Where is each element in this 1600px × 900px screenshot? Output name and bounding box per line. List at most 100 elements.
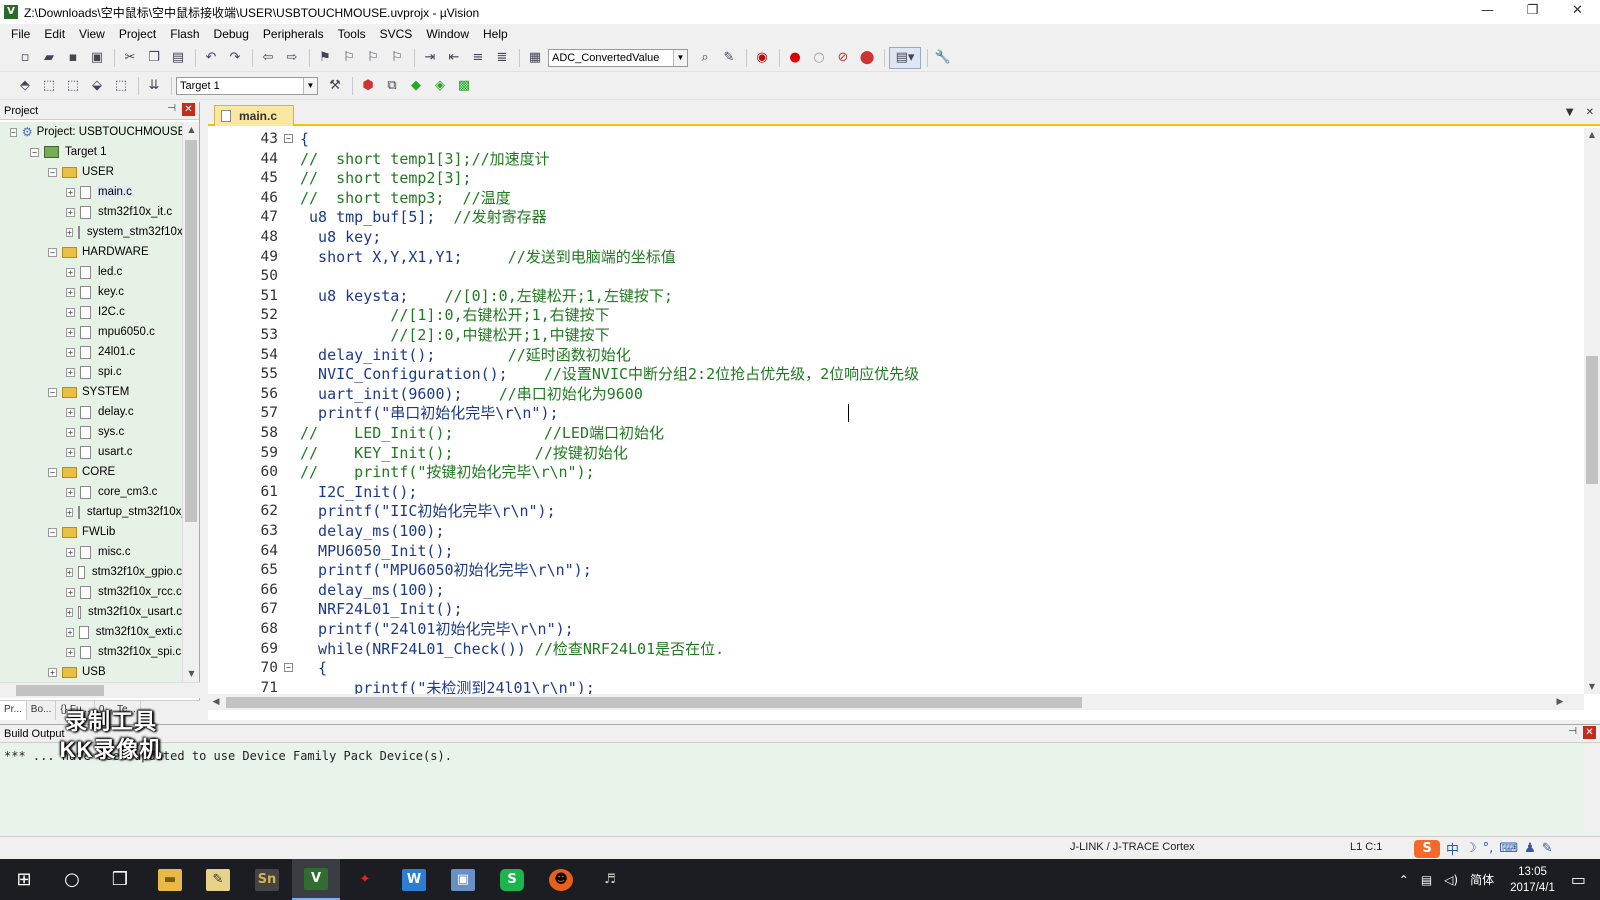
minimize-button[interactable]: — <box>1465 0 1510 24</box>
code-line[interactable]: 62 printf("IIC初始化完毕\r\n"); <box>208 501 1584 521</box>
symbol-search-combo[interactable]: ADC_ConvertedValue ▼ <box>548 48 688 67</box>
tab-project[interactable]: Pr... <box>0 701 27 720</box>
batch-build-icon[interactable]: ⬙ <box>86 75 108 97</box>
prev-bookmark-icon[interactable]: ⚐ <box>338 47 360 69</box>
punctuation-icon[interactable]: °, <box>1483 841 1494 856</box>
copy-icon[interactable]: ❐ <box>143 47 165 69</box>
code-line[interactable]: 51 u8 keysta; //[0]:0,左键松开;1,左键按下; <box>208 286 1584 306</box>
tree-file-item[interactable]: + spi.c <box>0 362 182 382</box>
manage-rte-icon[interactable]: ▩ <box>453 75 475 97</box>
taskbar-app-10[interactable]: ♬ <box>586 859 634 900</box>
code-line[interactable]: 53 //[2]:0,中键松开;1,中键按下 <box>208 325 1584 345</box>
file-extensions-icon[interactable]: ⧉ <box>381 75 403 97</box>
nav-forward-icon[interactable]: ⇨ <box>281 47 303 69</box>
tree-item-target[interactable]: − Target 1 <box>0 142 182 162</box>
scroll-left-icon[interactable]: ◀ <box>208 694 224 710</box>
start-button[interactable]: ⊞ <box>0 859 48 900</box>
find-in-files-icon[interactable]: ▦ <box>524 47 546 69</box>
code-line[interactable]: 59 // KEY_Init(); //按键初始化 <box>208 443 1584 463</box>
close-button[interactable]: ✕ <box>1555 0 1600 24</box>
menu-debug[interactable]: Debug <box>207 27 256 41</box>
code-line[interactable]: 63 delay_ms(100); <box>208 521 1584 541</box>
new-file-icon[interactable]: ▫ <box>14 47 36 69</box>
select-pack-icon[interactable]: ◆ <box>405 75 427 97</box>
paste-icon[interactable]: ▤ <box>167 47 189 69</box>
expand-icon[interactable]: + <box>66 607 73 617</box>
code-line[interactable]: 68 printf("24l01初始化完毕\r\n"); <box>208 619 1584 639</box>
save-all-icon[interactable]: ▣ <box>86 47 108 69</box>
window-layout-icon[interactable]: ▤▾ <box>889 46 921 69</box>
maximize-button[interactable]: ❐ <box>1510 0 1555 24</box>
chevron-down-icon[interactable]: ▼ <box>673 49 687 66</box>
code-line[interactable]: 47 u8 tmp_buf[5]; //发射寄存器 <box>208 207 1584 227</box>
code-line[interactable]: 54 delay_init(); //延时函数初始化 <box>208 345 1584 365</box>
menu-view[interactable]: View <box>72 27 112 41</box>
network-icon[interactable]: ▤ <box>1421 873 1432 887</box>
nav-back-icon[interactable]: ⇦ <box>257 47 279 69</box>
code-line[interactable]: 65 printf("MPU6050初始化完毕\r\n"); <box>208 560 1584 580</box>
expand-icon[interactable]: + <box>66 327 75 337</box>
stop-build-icon[interactable]: ⬚ <box>110 75 132 97</box>
expand-icon[interactable]: + <box>66 207 75 217</box>
code-text-area[interactable]: 43−{44// short temp1[3];//加速度计 45// short… <box>208 128 1584 694</box>
code-line[interactable]: 45 // short temp2[3]; <box>208 168 1584 188</box>
code-line[interactable]: 61 I2C_Init(); <box>208 482 1584 502</box>
code-line[interactable]: 48 u8 key; <box>208 227 1584 247</box>
tree-file-item[interactable]: +24l01.c <box>0 342 182 362</box>
scroll-thumb[interactable] <box>185 140 197 522</box>
tree-file-item[interactable]: + stm32f10x_it.c <box>0 202 182 222</box>
taskbar-word[interactable]: W <box>390 859 438 900</box>
expand-icon[interactable]: + <box>48 667 57 677</box>
project-tree-hscrollbar[interactable] <box>0 682 200 698</box>
collapse-icon[interactable]: − <box>10 127 17 137</box>
expand-icon[interactable]: + <box>66 567 73 577</box>
taskbar-app-8[interactable]: S <box>488 859 536 900</box>
chevron-down-icon[interactable]: ▼ <box>303 77 317 94</box>
scroll-thumb[interactable] <box>16 685 104 696</box>
menu-tools[interactable]: Tools <box>331 27 373 41</box>
menu-file[interactable]: File <box>4 27 37 41</box>
pin-icon[interactable]: ⊣ <box>167 103 176 116</box>
code-line[interactable]: 56 uart_init(9600); //串口初始化为9600 <box>208 384 1584 404</box>
build-output-scrollbar[interactable] <box>1584 745 1600 831</box>
collapse-icon[interactable]: − <box>48 247 57 257</box>
menu-help[interactable]: Help <box>476 27 515 41</box>
taskbar-app-3[interactable]: Sn <box>243 859 291 900</box>
settings-icon[interactable]: ✎ <box>1542 841 1553 856</box>
taskbar-app-7[interactable]: ▣ <box>439 859 487 900</box>
tab-main-c[interactable]: main.c <box>214 105 295 126</box>
configure-icon[interactable]: 🔧 <box>932 47 954 69</box>
expand-icon[interactable]: + <box>66 287 75 297</box>
code-line[interactable]: 57 printf("串口初始化完毕\r\n"); <box>208 403 1584 423</box>
enable-breakpoint-icon[interactable]: ○ <box>808 47 830 69</box>
expand-icon[interactable]: + <box>66 647 75 657</box>
code-line[interactable]: 67 NRF24L01_Init(); <box>208 599 1584 619</box>
taskbar-file-explorer[interactable]: ▬ <box>146 859 194 900</box>
find-icon[interactable]: ⌕ <box>694 47 716 69</box>
expand-icon[interactable]: + <box>66 427 75 437</box>
manage-components-icon[interactable]: ⬢ <box>357 75 379 97</box>
scroll-down-icon[interactable]: ▼ <box>183 666 200 682</box>
expand-icon[interactable]: + <box>66 187 75 197</box>
scroll-up-icon[interactable]: ▲ <box>183 122 200 138</box>
taskbar-app-9[interactable]: ☻ <box>537 859 585 900</box>
build-icon[interactable]: ⬚ <box>38 75 60 97</box>
code-line[interactable]: 71 printf("未检测到24l01\r\n"); <box>208 678 1584 694</box>
search-button[interactable]: ○ <box>48 859 96 900</box>
expand-icon[interactable]: + <box>66 307 75 317</box>
close-icon[interactable]: ✕ <box>1586 107 1594 118</box>
expand-icon[interactable]: + <box>66 347 75 357</box>
tree-file-item[interactable]: + I2C.c <box>0 302 182 322</box>
translate-icon[interactable]: ⬘ <box>14 75 36 97</box>
menu-peripherals[interactable]: Peripherals <box>256 27 331 41</box>
tree-file-item[interactable]: + key.c <box>0 282 182 302</box>
task-view-button[interactable]: ❒ <box>96 859 144 900</box>
project-tree-scrollbar[interactable]: ▲ ▼ <box>182 122 199 682</box>
tree-item-project-root[interactable]: − ⚙ Project: USBTOUCHMOUSE <box>0 122 182 142</box>
undo-icon[interactable]: ↶ <box>200 47 222 69</box>
keyboard-icon[interactable]: ⌨ <box>1499 841 1518 856</box>
comment-icon[interactable]: ≡ <box>467 47 489 69</box>
tray-ime-lang[interactable]: 简体 <box>1470 871 1494 888</box>
scroll-up-icon[interactable]: ▲ <box>1584 128 1600 142</box>
volume-icon[interactable]: ◁) <box>1444 873 1458 887</box>
